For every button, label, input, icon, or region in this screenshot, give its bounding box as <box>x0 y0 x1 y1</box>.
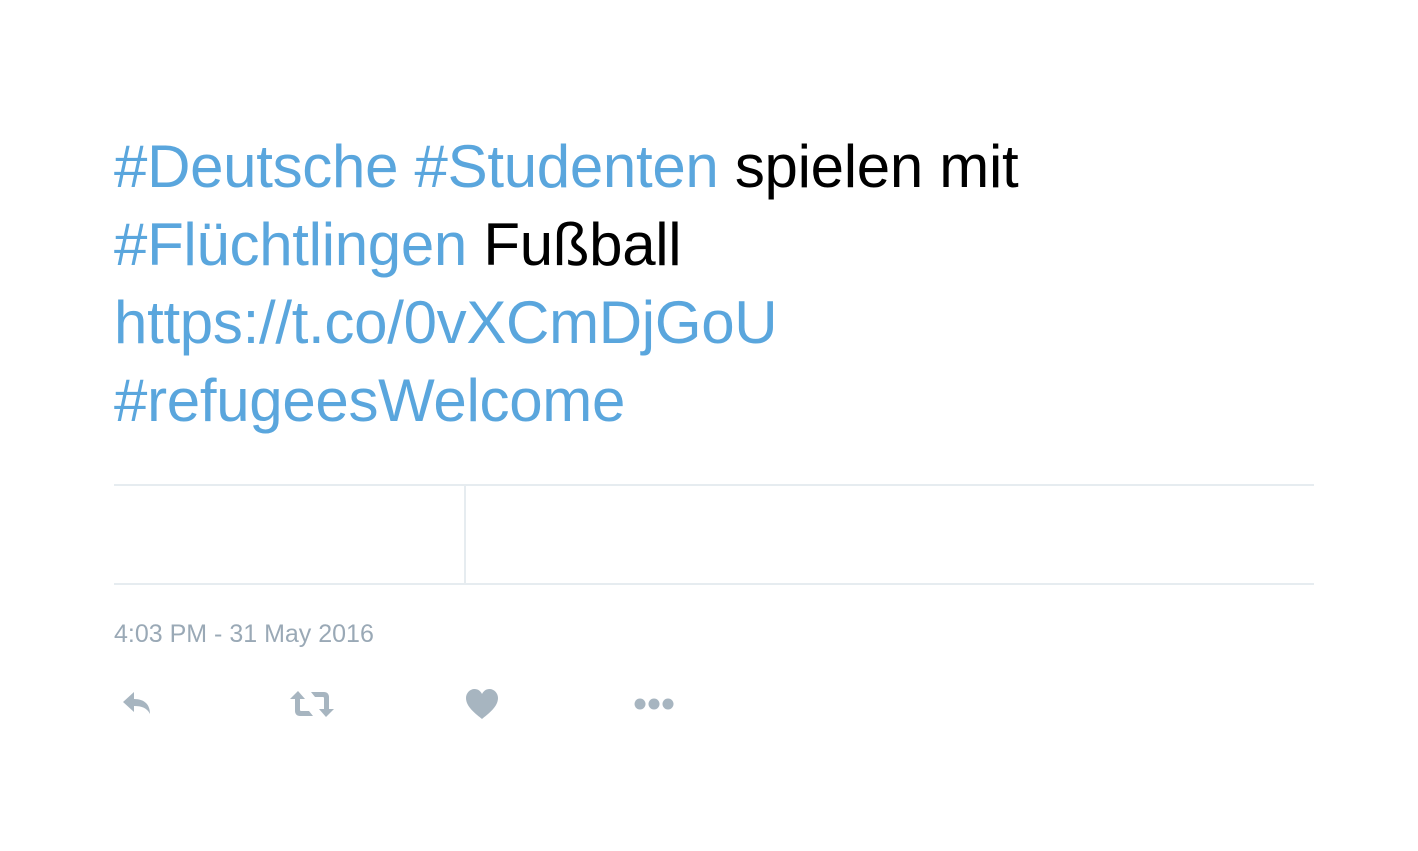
stats-cell <box>114 486 466 583</box>
tweet-text-line: #Deutsche #Studenten spielen mit <box>114 128 1214 206</box>
tweet-actions <box>114 682 714 726</box>
tweet-stats-bar <box>114 484 1314 585</box>
more-icon <box>633 696 675 712</box>
retweet-icon <box>289 689 335 719</box>
retweet-button[interactable] <box>286 682 338 726</box>
tweet-card: #Deutsche #Studenten spielen mit #Flücht… <box>114 0 1314 851</box>
heart-icon <box>464 688 500 720</box>
like-button[interactable] <box>458 682 506 726</box>
tweet-timestamp[interactable]: 4:03 PM - 31 May 2016 <box>114 618 374 650</box>
tweet-text-line: #refugeesWelcome <box>114 362 1214 440</box>
more-button[interactable] <box>630 682 678 726</box>
tweet-text-segment: spielen mit <box>718 133 1019 200</box>
tweet-text-segment <box>398 133 414 200</box>
reply-icon <box>120 689 156 719</box>
reply-button[interactable] <box>114 682 162 726</box>
tweet-text: #Deutsche #Studenten spielen mit #Flücht… <box>114 128 1214 440</box>
hashtag-link[interactable]: #Studenten <box>415 133 719 200</box>
stats-cell <box>466 486 1314 583</box>
hashtag-link[interactable]: #Deutsche <box>114 133 398 200</box>
tweet-text-line: #Flüchtlingen Fußball <box>114 206 1214 284</box>
hashtag-link[interactable]: #Flüchtlingen <box>114 211 467 278</box>
tweet-text-segment: Fußball <box>467 211 682 278</box>
url-link[interactable]: https://t.co/0vXCmDjGoU <box>114 289 778 356</box>
hashtag-link[interactable]: #refugeesWelcome <box>114 367 625 434</box>
tweet-text-line: https://t.co/0vXCmDjGoU <box>114 284 1214 362</box>
